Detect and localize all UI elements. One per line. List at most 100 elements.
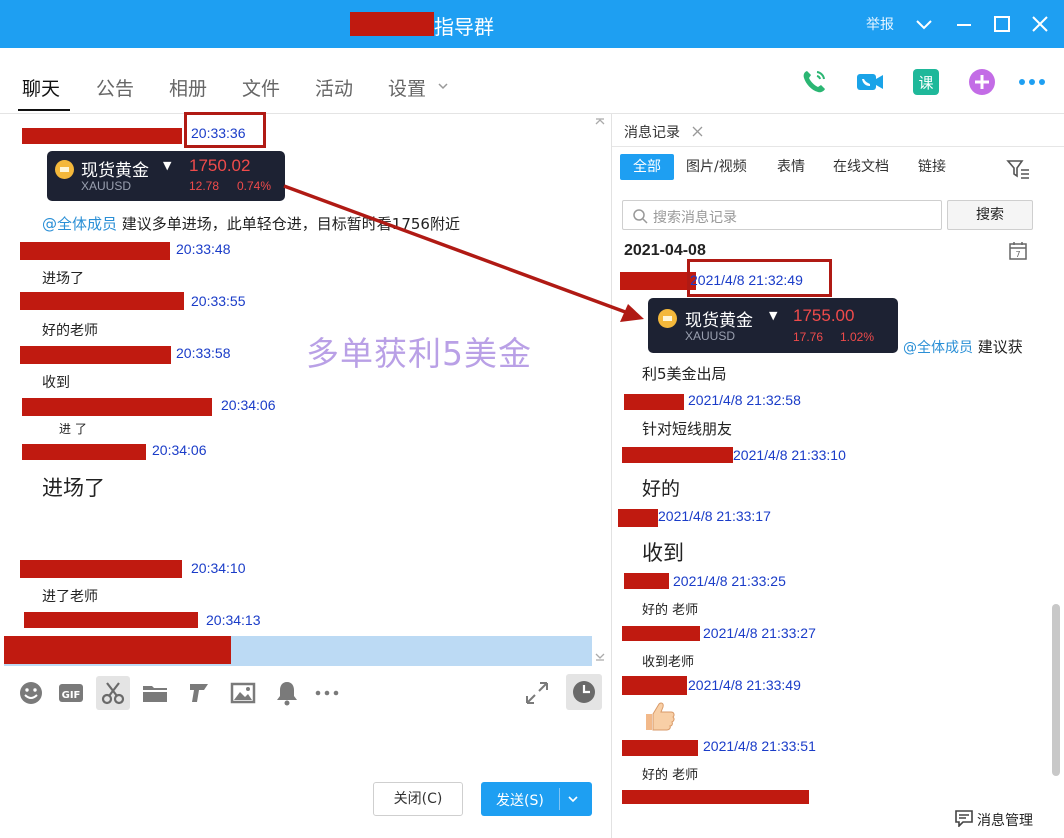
- chevron-down-icon[interactable]: [912, 12, 936, 36]
- more-icon[interactable]: [1017, 67, 1047, 97]
- gold-coin-icon: [658, 309, 677, 328]
- tab-settings[interactable]: 设置: [388, 74, 426, 101]
- message-time: 2021/4/8 21:33:27: [703, 625, 816, 641]
- redacted-sender: [624, 394, 684, 410]
- close-icon[interactable]: [692, 126, 703, 137]
- gif-icon[interactable]: GIF: [56, 678, 86, 708]
- message-time: 20:34:06: [152, 442, 207, 458]
- message-time: 2021/4/8 21:33:10: [733, 447, 846, 463]
- message-time: 2021/4/8 21:32:49: [690, 272, 803, 288]
- message-time: 20:34:06: [221, 397, 276, 413]
- message-time: 20:33:58: [176, 345, 231, 361]
- history-scrollbar[interactable]: [1052, 604, 1060, 776]
- redacted-sender: [22, 398, 212, 416]
- gold-card-percent: 0.74%: [237, 179, 272, 193]
- close-button[interactable]: 关闭(C): [373, 782, 463, 816]
- send-button[interactable]: 发送(S): [481, 782, 592, 816]
- message-text: 收到: [642, 541, 684, 565]
- image-icon[interactable]: [228, 678, 258, 708]
- gold-coin-icon: [55, 160, 74, 179]
- caret-down-icon: ▼: [769, 309, 778, 322]
- history-button[interactable]: [566, 674, 602, 710]
- expand-icon[interactable]: [522, 678, 552, 708]
- redacted-sender: [622, 447, 733, 463]
- tab-announcement[interactable]: 公告: [96, 74, 134, 101]
- mention-text-continued: 利5美金出局: [642, 365, 727, 383]
- redacted-sender: [22, 444, 146, 460]
- filter-media[interactable]: 图片/视频: [686, 156, 747, 176]
- scroll-up-icon[interactable]: [594, 116, 606, 128]
- minimize-icon[interactable]: [952, 12, 976, 36]
- gold-quote-card[interactable]: 现货黄金 ▼ XAUUSD 1755.00 17.76 1.02%: [648, 298, 898, 353]
- caret-down-icon: ▼: [163, 159, 172, 172]
- search-placeholder: 搜索消息记录: [653, 210, 737, 226]
- message-text: 进了老师: [42, 589, 98, 605]
- window-title: 指导群: [434, 15, 494, 39]
- tab-chat[interactable]: 聊天: [22, 74, 60, 101]
- redacted-sender: [22, 128, 182, 144]
- mention-tag[interactable]: @全体成员: [903, 340, 973, 356]
- message-manage-icon[interactable]: [954, 809, 974, 827]
- message-time: 20:33:48: [176, 241, 231, 257]
- message-time: 2021/4/8 21:33:25: [673, 573, 786, 589]
- chat-message-area[interactable]: 20:33:36 现货黄金 ▼ XAUUSD 1750.02 12.78 0.7…: [0, 112, 610, 668]
- scissors-button[interactable]: [96, 676, 130, 710]
- filter-stickers[interactable]: 表情: [777, 156, 805, 176]
- active-tab-indicator: [18, 109, 70, 111]
- search-input[interactable]: 搜索消息记录: [622, 200, 942, 230]
- phone-call-icon[interactable]: [799, 67, 829, 97]
- gold-card-percent: 1.02%: [840, 330, 875, 344]
- svg-text:GIF: GIF: [62, 690, 81, 701]
- tab-files[interactable]: 文件: [242, 74, 280, 101]
- redacted-sender: [622, 676, 687, 695]
- filter-docs[interactable]: 在线文档: [833, 156, 889, 176]
- add-app-icon[interactable]: [967, 67, 997, 97]
- message-manage-button[interactable]: 消息管理: [977, 810, 1033, 830]
- message-time: 2021/4/8 21:32:58: [688, 392, 801, 408]
- divider: [612, 146, 1064, 147]
- folder-icon[interactable]: [140, 678, 170, 708]
- redacted-group-name: [350, 12, 434, 36]
- redacted-sender: [20, 346, 171, 364]
- more-icon[interactable]: [312, 678, 342, 708]
- input-toolbar: GIF: [0, 668, 610, 716]
- maximize-icon[interactable]: [990, 12, 1014, 36]
- mention-tag[interactable]: @全体成员: [42, 215, 117, 233]
- gold-quote-card[interactable]: 现货黄金 ▼ XAUUSD 1750.02 12.78 0.74%: [47, 151, 285, 201]
- gold-card-price: 1750.02: [189, 156, 251, 175]
- chevron-down-icon[interactable]: [567, 793, 579, 805]
- filter-links[interactable]: 链接: [918, 156, 946, 176]
- redacted-sender: [622, 626, 700, 641]
- lesson-icon[interactable]: 课: [911, 67, 941, 97]
- history-tab[interactable]: 消息记录: [624, 122, 680, 142]
- chevron-down-icon[interactable]: [437, 80, 449, 92]
- scroll-down-icon[interactable]: [594, 650, 606, 662]
- bell-icon[interactable]: [272, 678, 302, 708]
- calendar-icon[interactable]: 7: [1008, 241, 1028, 261]
- message-history-panel: 消息记录 全部 图片/视频 表情 在线文档 链接 搜索消息记录 搜索 2021-…: [611, 114, 1064, 838]
- message-input-area[interactable]: 关闭(C) 发送(S): [0, 716, 610, 838]
- gold-card-name: 现货黄金: [685, 311, 753, 331]
- message-text: 好的 老师: [642, 603, 699, 618]
- close-icon[interactable]: [1028, 12, 1052, 36]
- message-time: 2021/4/8 21:33:49: [688, 677, 801, 693]
- message-text: 进场了: [42, 476, 105, 500]
- message-text: 好的 老师: [642, 768, 699, 783]
- search-button[interactable]: 搜索: [947, 200, 1033, 230]
- date-header: 2021-04-08: [624, 242, 706, 259]
- redacted-sender: [622, 740, 698, 756]
- report-button[interactable]: 举报: [866, 14, 894, 34]
- redacted-content: [4, 636, 231, 664]
- screenshot-tool-icon[interactable]: [184, 678, 214, 708]
- emoji-icon[interactable]: [16, 678, 46, 708]
- redacted-sender: [618, 509, 658, 527]
- tab-album[interactable]: 相册: [169, 74, 207, 101]
- svg-text:课: 课: [918, 74, 933, 92]
- filter-icon[interactable]: [1006, 158, 1032, 180]
- filter-all[interactable]: 全部: [620, 154, 674, 180]
- tab-activity[interactable]: 活动: [315, 74, 353, 101]
- gold-card-change: 17.76: [793, 330, 824, 344]
- tab-bar: 聊天 公告 相册 文件 活动 设置 课: [0, 48, 1064, 114]
- message-time: 20:33:55: [191, 293, 246, 309]
- video-call-icon[interactable]: [855, 67, 885, 97]
